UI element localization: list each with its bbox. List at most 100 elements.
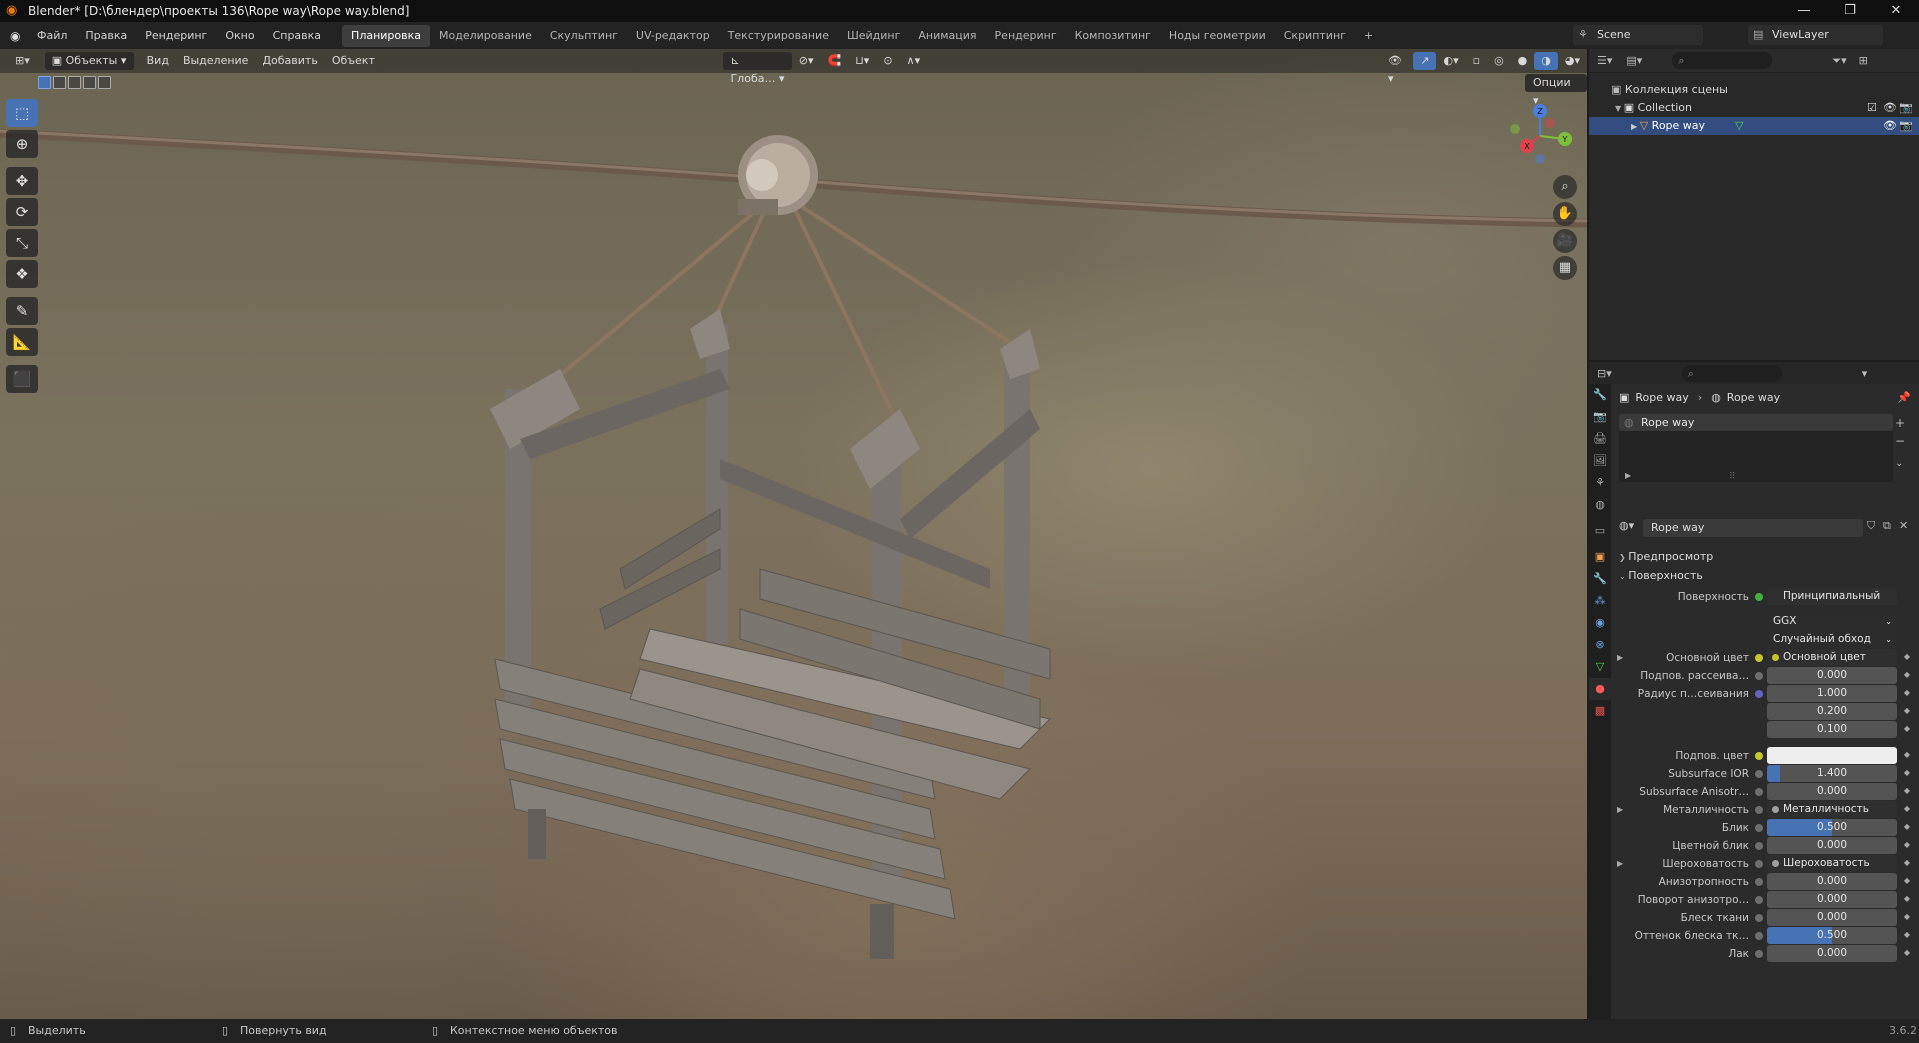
shading-solid-icon[interactable]: ● [1511,52,1535,70]
world-tab-icon[interactable]: ◍ [1589,494,1611,516]
number-field[interactable]: 0.500 [1767,819,1897,836]
fake-user-icon[interactable]: ⛉ [1867,519,1875,533]
minimize-button[interactable]: — [1781,0,1827,22]
subsurface-method-dropdown[interactable]: Случайный обход ⌄ [1767,631,1897,648]
remove-slot-button[interactable]: − [1895,434,1905,448]
render-tab-icon[interactable]: 📷 [1589,406,1611,428]
duplicate-material-icon[interactable]: ⧉ [1883,519,1891,533]
object-tab-icon[interactable]: ▣ [1589,546,1611,568]
number-field[interactable]: 0.500 [1767,927,1897,944]
material-tab-icon[interactable]: ● [1589,678,1611,700]
scene-tab-icon[interactable]: ⚘ [1589,472,1611,494]
navigation-gizmo[interactable]: Z Y X [1505,101,1575,171]
linked-input-field[interactable]: Металличность [1767,801,1897,818]
keyframe-icon[interactable]: ◆ [1903,913,1911,921]
gizmo-toggle-icon[interactable]: ↗ [1413,52,1437,70]
keyframe-icon[interactable]: ◆ [1903,787,1911,795]
menu-select[interactable]: Выделение [176,52,256,70]
material-name-field[interactable]: Rope way [1643,519,1863,537]
annotate-tool-icon[interactable]: ✎ [6,297,38,325]
linked-input-field[interactable]: Шероховатость [1767,855,1897,872]
outliner-scene-collection[interactable]: ▣ Коллекция сцены [1589,81,1919,99]
surface-socket-icon[interactable] [1755,593,1763,601]
tab-layout[interactable]: Планировка [342,24,431,47]
input-socket-icon[interactable] [1755,788,1763,796]
falloff-icon[interactable]: ∧▾ [900,52,928,70]
tab-texture-paint[interactable]: Текстурирование [719,25,838,47]
number-field[interactable]: 0.000 [1767,909,1897,926]
rotate-tool-icon[interactable]: ⟳ [6,198,38,226]
number-field[interactable]: 1.000 [1767,685,1897,702]
collection-checkbox-icon[interactable]: ☑ [1867,99,1877,117]
number-field[interactable]: 0.000 [1767,783,1897,800]
input-socket-icon[interactable] [1755,672,1763,680]
maximize-button[interactable]: ❐ [1827,0,1873,22]
tab-uv-editing[interactable]: UV-редактор [627,25,719,47]
collection-render-icon[interactable]: 📷 [1899,99,1913,117]
input-socket-icon[interactable] [1755,842,1763,850]
number-field[interactable]: 0.100 [1767,721,1897,738]
new-collection-icon[interactable]: ⊞ [1859,54,1868,67]
tab-rendering[interactable]: Рендеринг [986,25,1066,47]
transform-orientation-dropdown[interactable]: ⊾ Глоба… ▾ [723,52,792,85]
number-field[interactable]: 0.200 [1767,703,1897,720]
input-socket-icon[interactable] [1755,950,1763,958]
pin-icon[interactable]: 📌 [1897,391,1911,404]
tool-tab-icon[interactable]: 🔧 [1589,384,1611,406]
pan-view-icon[interactable]: ✋ [1553,202,1577,226]
keyframe-icon[interactable]: ◆ [1903,769,1911,777]
distribution-dropdown[interactable]: GGX ⌄ [1767,613,1897,630]
cursor-tool-icon[interactable]: ⊕ [6,130,38,158]
menu-object[interactable]: Объект [325,52,382,70]
input-socket-icon[interactable] [1755,752,1763,760]
close-button[interactable]: ✕ [1873,0,1919,22]
tab-compositing[interactable]: Композитинг [1066,25,1160,47]
display-mode-icon[interactable]: ▤▾ [1626,54,1642,67]
input-socket-icon[interactable] [1755,914,1763,922]
keyframe-icon[interactable]: ◆ [1903,949,1911,957]
select-extend-icon[interactable] [53,76,66,89]
number-field[interactable]: 0.000 [1767,891,1897,908]
data-tab-icon[interactable]: ▽ [1589,656,1611,678]
select-box-tool-icon[interactable]: ⬚ [6,99,38,127]
color-swatch[interactable] [1767,747,1897,764]
number-field[interactable]: 1.400 [1767,765,1897,782]
shading-wireframe-icon[interactable]: ◎ [1487,52,1511,70]
physics-tab-icon[interactable]: ◉ [1589,612,1611,634]
input-socket-icon[interactable] [1755,824,1763,832]
slot-list-expand-icon[interactable]: ▶ [1625,471,1631,480]
outliner-search-input[interactable]: ⌕ [1672,52,1773,69]
number-field[interactable]: 0.000 [1767,667,1897,684]
add-slot-button[interactable]: + [1895,416,1905,430]
menu-edit[interactable]: Правка [76,22,136,49]
shading-material-icon[interactable]: ◑ [1534,52,1558,70]
snap-target-icon[interactable]: ⊔▾ [848,52,876,70]
modifier-tab-icon[interactable]: 🔧 [1589,568,1611,590]
object-visibility-icon[interactable]: 👁 [1883,117,1897,135]
outliner-collection[interactable]: ▼ ▣ Collection ☑ 👁 📷 [1589,99,1919,117]
outliner-editor-type-icon[interactable]: ☰▾ [1597,54,1612,67]
slot-list-resize-handle[interactable]: ⠿ [1729,472,1736,482]
keyframe-icon[interactable]: ◆ [1903,877,1911,885]
select-invert-icon[interactable] [83,76,96,89]
measure-tool-icon[interactable]: 📐 [6,328,38,356]
linked-input-field[interactable]: Основной цвет [1767,649,1897,666]
keyframe-icon[interactable]: ◆ [1903,751,1911,759]
menu-render[interactable]: Рендеринг [136,22,216,49]
menu-file[interactable]: Файл [28,22,76,49]
overlays-icon[interactable]: ◐▾ [1436,52,1465,70]
menu-window[interactable]: Окно [216,22,263,49]
input-socket-icon[interactable] [1755,690,1763,698]
add-workspace-button[interactable]: + [1355,25,1382,47]
camera-view-icon[interactable]: 🎥 [1553,229,1577,253]
collection-tab-icon[interactable]: ▭ [1589,520,1611,542]
selection-mode-buttons[interactable] [38,76,111,89]
editor-type-icon[interactable]: ⊞▾ [8,52,37,70]
filter-icon[interactable]: ⏷▾ [1832,54,1846,68]
tab-geometry-nodes[interactable]: Ноды геометрии [1160,25,1275,47]
material-slot-list[interactable]: ◍ Rope way ▶ ⠿ [1619,414,1893,482]
keyframe-icon[interactable]: ◆ [1903,841,1911,849]
tab-modeling[interactable]: Моделирование [430,25,541,47]
input-socket-icon[interactable] [1755,878,1763,886]
keyframe-icon[interactable]: ◆ [1903,707,1911,715]
